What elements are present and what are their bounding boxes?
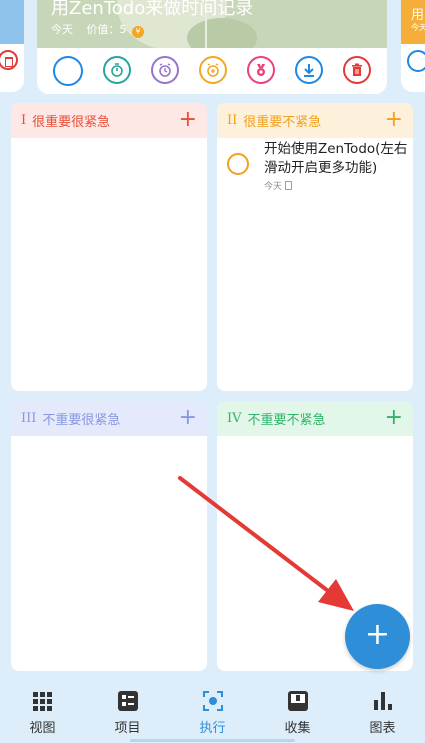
inbox-icon [287,690,309,712]
nav-item-collect[interactable]: 收集 [255,683,340,743]
nav-item-project[interactable]: 项目 [85,683,170,743]
next-card[interactable]: 用 今天 [401,0,425,92]
add-task-button[interactable]: + [179,405,197,431]
circle-icon[interactable] [53,56,83,86]
add-task-button[interactable]: + [385,405,403,431]
delete-icon[interactable] [0,50,18,70]
quadrant-title: 不重要不紧急 [247,413,326,428]
quadrant-header: II 很重要不紧急 + [217,103,413,138]
coin-icon: ¥ [132,26,144,38]
next-card-banner: 用 今天 [401,0,425,44]
quadrant-title: 不重要很紧急 [42,413,121,428]
quadrant-not-important-urgent[interactable]: III 不重要很紧急 + [11,401,207,671]
nav-item-chart[interactable]: 图表 [340,683,425,743]
add-task-fab[interactable]: + [345,604,410,669]
quadrant-important-not-urgent[interactable]: II 很重要不紧急 + 开始使用ZenTodo(左右滑动开启更多功能) 今天 [217,103,413,391]
quadrant-important-urgent[interactable]: I 很重要很紧急 + [11,103,207,391]
nav-label: 执行 [199,721,226,736]
quadrant-title: 很重要不紧急 [243,115,322,130]
previous-card-banner [0,0,24,44]
quadrant-numeral: II [227,113,238,128]
task-title: 开始使用ZenTodo(左右滑动开启更多功能) [264,141,408,176]
circle-icon[interactable] [407,50,425,72]
task-card-title: 用ZenTodo来做时间记录 [51,0,254,19]
current-task-card[interactable]: 用ZenTodo来做时间记录 今天 价值：5 ¥ [37,0,387,94]
task-meta: 今天 [264,179,409,192]
bottom-nav: 视图 项目 执行 收集 图表 [0,683,425,743]
quadrant-numeral: III [21,411,37,426]
next-card-date: 今天 [411,23,425,32]
project-icon [117,690,139,712]
task-card-banner: 用ZenTodo来做时间记录 今天 价值：5 ¥ [37,0,387,48]
medal-icon[interactable] [247,56,275,84]
task-card-value-label: 价值： [86,23,120,36]
grid-icon [32,690,54,712]
delete-icon[interactable] [343,56,371,84]
alarm-add-icon[interactable] [199,56,227,84]
focus-icon [202,690,224,712]
add-task-button[interactable]: + [385,107,403,133]
bar-chart-icon [372,690,394,712]
task-checkbox[interactable] [227,153,249,175]
clock-icon[interactable] [151,56,179,84]
nav-item-view[interactable]: 视图 [0,683,85,743]
previous-card[interactable] [0,0,24,92]
task-date: 今天 [264,182,283,192]
add-task-button[interactable]: + [179,107,197,133]
task-card-date: 今天 [51,23,73,36]
quadrant-numeral: I [21,113,27,128]
task-card-value: 5 [119,23,127,36]
banner-decoration [187,18,257,48]
stopwatch-icon[interactable] [103,56,131,84]
quadrant-title: 很重要很紧急 [32,115,111,130]
task-card-meta: 今天 价值：5 ¥ [51,21,144,38]
quadrant-header: III 不重要很紧急 + [11,401,207,436]
nav-label: 图表 [369,721,396,736]
note-icon [285,181,293,190]
quadrant-header: IV 不重要不紧急 + [217,401,413,436]
task-item[interactable]: 开始使用ZenTodo(左右滑动开启更多功能) 今天 [227,140,409,192]
nav-item-execute[interactable]: 执行 [170,683,255,743]
task-action-bar [37,56,387,86]
nav-label: 项目 [114,721,141,736]
quadrant-numeral: IV [227,411,242,426]
next-card-title: 用 [411,8,425,23]
nav-label: 视图 [29,721,56,736]
quadrant-header: I 很重要很紧急 + [11,103,207,138]
home-indicator [130,739,295,742]
nav-label: 收集 [284,721,311,736]
download-icon[interactable] [295,56,323,84]
